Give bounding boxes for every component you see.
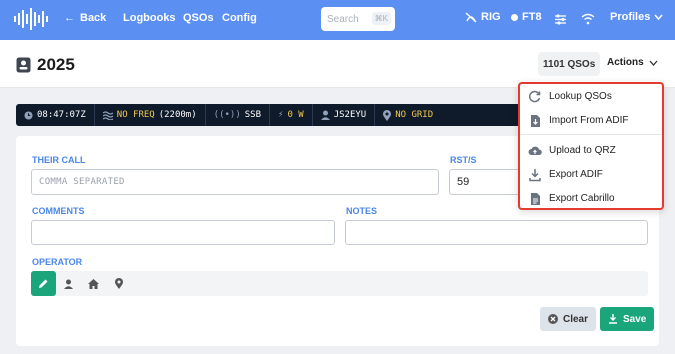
comments-label: COMMENTS [32,206,85,216]
qso-count-badge[interactable]: 1101 QSOs [538,52,601,76]
menu-item-lookup-qsos[interactable]: Lookup QSOs [520,85,662,109]
clear-button[interactable]: Clear [540,307,597,331]
operator-toolbar [31,271,648,296]
operator-edit-button[interactable] [31,271,56,296]
page-title: 2025 [16,55,75,75]
file-import-icon [531,115,540,127]
rig-status-button[interactable]: RIG [465,11,501,23]
x-circle-icon [548,314,558,324]
no-signal-icon [465,11,477,23]
clock-icon [24,110,33,120]
page-header: 2025 1101 QSOs Actions [0,40,675,88]
search-placeholder: Search [327,13,359,25]
actions-dropdown-menu: Lookup QSOs Import From ADIF Upload to Q… [518,82,664,210]
search-input[interactable]: Search ⌘K [321,7,395,31]
user-icon [64,279,73,289]
operator-label: OPERATOR [32,257,83,267]
callsign-segment[interactable]: JS2EYU [313,104,376,126]
search-shortcut: ⌘K [371,12,391,25]
nav-link-config[interactable]: Config [222,12,257,24]
nav-link-logbooks[interactable]: Logbooks [123,12,176,24]
frequency-segment[interactable]: NO FREQ (2200m) [95,104,206,126]
logbook-icon [16,57,31,73]
broadcast-icon: ((•)) [213,110,241,120]
ft8-status-button[interactable]: FT8 [511,11,542,23]
download-icon [529,169,541,182]
frequency-icon [102,110,113,120]
status-dot-icon [511,13,518,21]
menu-divider [520,134,662,135]
map-pin-icon [114,278,123,289]
clock-segment: 08:47:07Z [16,104,95,126]
chevron-down-icon [654,14,663,20]
waveform-logo-icon[interactable] [14,8,48,30]
notes-input[interactable] [345,220,648,245]
back-button[interactable]: ← Back [64,12,106,24]
menu-item-export-adif[interactable]: Export ADIF [520,163,662,187]
rst-sent-label: RST/S [450,155,477,165]
their-call-label: THEIR CALL [32,155,86,165]
cloud-upload-icon [528,146,542,155]
mode-segment[interactable]: ((•)) SSB [206,104,271,126]
wifi-icon[interactable] [581,13,595,25]
pencil-icon [39,279,48,288]
nav-link-qsos[interactable]: QSOs [183,12,214,24]
chevron-down-icon [649,60,658,66]
actions-menu-button[interactable]: Actions [607,57,658,68]
user-icon [320,110,330,120]
comments-input[interactable] [31,220,335,245]
their-call-input[interactable]: COMMA SEPARATED [31,169,439,195]
home-icon [88,278,99,289]
refresh-search-icon [528,90,541,103]
top-nav: ← Back Logbooks QSOs Config Search ⌘K RI… [0,0,675,40]
bolt-icon: ⚡ [278,110,284,120]
download-icon [609,314,617,324]
sliders-icon[interactable] [554,13,567,26]
operator-user-button[interactable] [56,271,81,296]
menu-item-upload-qrz[interactable]: Upload to QRZ [520,139,662,163]
file-text-icon [531,193,540,205]
grid-segment[interactable]: NO GRID [375,104,441,126]
profiles-menu[interactable]: Profiles [610,11,663,23]
their-call-placeholder: COMMA SEPARATED [39,177,125,187]
save-button[interactable]: Save [600,307,655,331]
map-pin-icon [383,109,392,121]
power-segment[interactable]: ⚡ 0 W [270,104,313,126]
operator-home-button[interactable] [81,271,106,296]
menu-item-export-cabrillo[interactable]: Export Cabrillo [520,187,662,211]
menu-item-import-adif[interactable]: Import From ADIF [520,109,662,133]
notes-label: NOTES [346,206,378,216]
operator-location-button[interactable] [106,271,131,296]
arrow-left-icon: ← [64,12,75,24]
